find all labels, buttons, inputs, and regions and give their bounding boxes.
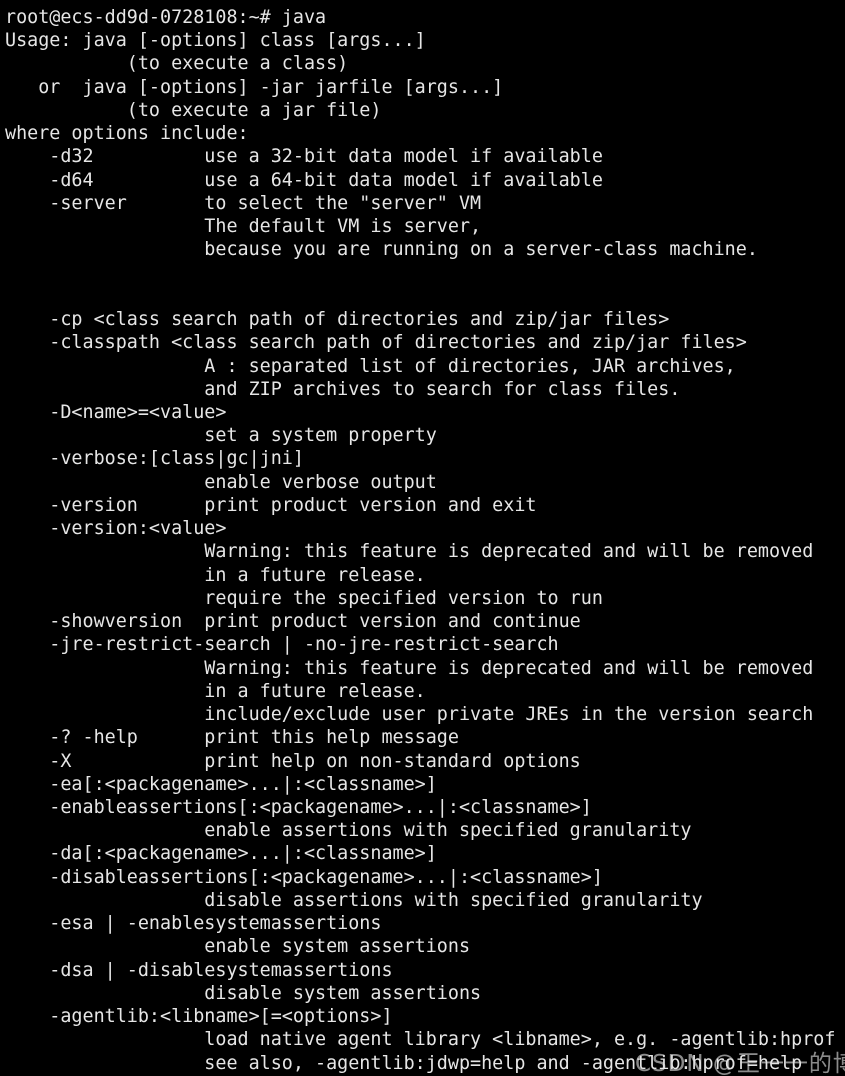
- terminal-line: -jre-restrict-search | -no-jre-restrict-…: [5, 634, 559, 656]
- terminal-line: -version print product version and exit: [5, 494, 537, 516]
- terminal-line: -? -help print this help message: [5, 727, 459, 749]
- terminal-line: -verbose:[class|gc|jni]: [5, 448, 304, 470]
- terminal-window[interactable]: root@ecs-dd9d-0728108:~# java Usage: java…: [0, 0, 845, 1076]
- terminal-line: in a future release.: [5, 564, 426, 586]
- terminal-line: -cp <class search path of directories an…: [5, 309, 670, 331]
- terminal-line: The default VM is server,: [5, 216, 482, 238]
- terminal-line: (to execute a jar file): [5, 99, 382, 121]
- terminal-line: -dsa | -disablesystemassertions: [5, 959, 393, 981]
- terminal-line: -d32 use a 32-bit data model if availabl…: [5, 146, 603, 168]
- terminal-line: -d64 use a 64-bit data model if availabl…: [5, 169, 603, 191]
- terminal-line: root@ecs-dd9d-0728108:~# java: [5, 7, 327, 28]
- terminal-line: -da[:<packagename>...|:<classname>]: [5, 843, 437, 865]
- terminal-line: -showversion print product version and c…: [5, 611, 581, 633]
- terminal-line: Warning: this feature is deprecated and …: [5, 657, 814, 679]
- terminal-line: load native agent library <libname>, e.g…: [5, 1029, 836, 1051]
- terminal-line: A : separated list of directories, JAR a…: [5, 355, 736, 377]
- terminal-line: -classpath <class search path of directo…: [5, 332, 747, 354]
- terminal-line: in a future release.: [5, 680, 426, 702]
- terminal-line: -X print help on non-standard options: [5, 750, 581, 772]
- terminal-line: enable system assertions: [5, 936, 471, 958]
- terminal-line: -agentlib:<libname>[=<options>]: [5, 1006, 393, 1028]
- terminal-line: require the specified version to run: [5, 587, 603, 609]
- terminal-line: enable verbose output: [5, 471, 437, 493]
- terminal-line: (to execute a class): [5, 53, 349, 75]
- terminal-line: -esa | -enablesystemassertions: [5, 913, 382, 935]
- terminal-line: -server to select the "server" VM: [5, 192, 482, 214]
- terminal-line: and ZIP archives to search for class fil…: [5, 378, 681, 400]
- terminal-line: disable system assertions: [5, 982, 482, 1004]
- terminal-line: disable assertions with specified granul…: [5, 889, 703, 911]
- terminal-line: -disableassertions[:<packagename>...|:<c…: [5, 866, 603, 888]
- terminal-line: or java [-options] -jar jarfile [args...…: [5, 76, 504, 98]
- terminal-line: -D<name>=<value>: [5, 401, 227, 423]
- terminal-line: -ea[:<packagename>...|:<classname>]: [5, 773, 437, 795]
- terminal-line: enable assertions with specified granula…: [5, 820, 692, 842]
- terminal-line: see also, -agentlib:jdwp=help and -agent…: [5, 1052, 803, 1074]
- terminal-line: where options include:: [5, 123, 249, 145]
- terminal-line: -version:<value>: [5, 518, 227, 540]
- terminal-line: -enableassertions[:<packagename>...|:<cl…: [5, 796, 592, 818]
- terminal-line: Warning: this feature is deprecated and …: [5, 541, 814, 563]
- terminal-line: set a system property: [5, 425, 437, 447]
- terminal-line: Usage: java [-options] class [args...]: [5, 30, 426, 52]
- terminal-line: because you are running on a server-clas…: [5, 239, 758, 261]
- terminal-output: root@ecs-dd9d-0728108:~# java Usage: java…: [5, 6, 835, 1075]
- terminal-line: include/exclude user private JREs in the…: [5, 704, 814, 726]
